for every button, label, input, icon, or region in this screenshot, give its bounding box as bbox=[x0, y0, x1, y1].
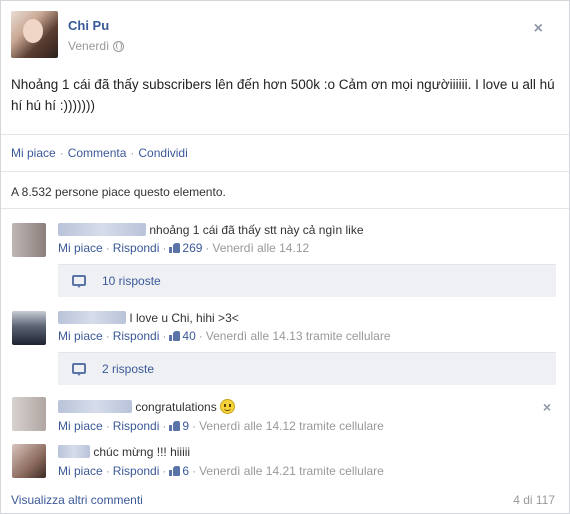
comment-meta: Mi piace · Rispondi · 40 · Venerdì alle 14.13 … bbox=[58, 329, 391, 343]
comment-reply-button[interactable]: Rispondi bbox=[113, 241, 160, 255]
comment-like-button[interactable]: Mi piace bbox=[58, 464, 103, 478]
comment-item: nhoảng 1 cái đã thấy stt này cả ngìn lik… bbox=[1, 216, 569, 297]
separator: · bbox=[205, 241, 210, 255]
separator: · bbox=[105, 419, 110, 433]
separator: · bbox=[105, 464, 110, 478]
commenter-avatar[interactable] bbox=[12, 223, 46, 257]
comment-like-button[interactable]: Mi piace bbox=[58, 419, 103, 433]
separator: · bbox=[162, 329, 167, 343]
thumbs-up-icon bbox=[169, 421, 181, 431]
thumbs-up-icon bbox=[169, 331, 181, 341]
commenter-name[interactable] bbox=[58, 311, 126, 324]
thumbs-up-icon bbox=[169, 243, 181, 253]
reply-icon bbox=[72, 275, 86, 288]
comment-body: chúc mừng !!! hiiiii bbox=[58, 445, 190, 459]
comment-like-count[interactable]: 40 bbox=[182, 329, 195, 343]
separator: · bbox=[105, 329, 110, 343]
comment-reply-button[interactable]: Rispondi bbox=[113, 464, 160, 478]
comment-meta: Mi piace · Rispondi · 6 · Venerdì alle 14.21 t… bbox=[58, 464, 384, 478]
like-button[interactable]: Mi piace bbox=[11, 146, 56, 160]
share-button[interactable]: Condividi bbox=[138, 146, 187, 160]
replies-link[interactable]: 2 risposte bbox=[102, 362, 154, 376]
comment-time[interactable]: Venerdì alle 14.21 tramite cellulare bbox=[199, 464, 384, 478]
comment-meta: Mi piace · Rispondi · 269 · Venerdì alle 14.12 bbox=[58, 241, 309, 255]
comment-button[interactable]: Commenta bbox=[68, 146, 127, 160]
replies-link[interactable]: 10 risposte bbox=[102, 274, 161, 288]
comment-like-button[interactable]: Mi piace bbox=[58, 329, 103, 343]
comment-count: 4 di 117 bbox=[513, 493, 555, 507]
commenter-name[interactable] bbox=[58, 223, 146, 236]
post-time-text[interactable]: Venerdì bbox=[68, 39, 109, 53]
comment-text: nhoảng 1 cái đã thấy stt này cả ngìn lik… bbox=[149, 223, 364, 237]
post-timestamp: Venerdì bbox=[68, 39, 125, 53]
comment-body: nhoảng 1 cái đã thấy stt này cả ngìn lik… bbox=[58, 223, 364, 237]
comment-meta: Mi piace · Rispondi · 9 · Venerdì alle 14.12 t… bbox=[58, 419, 384, 433]
separator: · bbox=[162, 241, 167, 255]
separator: · bbox=[192, 464, 197, 478]
globe-icon bbox=[113, 40, 125, 52]
comment-like-count[interactable]: 269 bbox=[182, 241, 202, 255]
reply-icon bbox=[72, 363, 86, 376]
comment-text: chúc mừng !!! hiiiii bbox=[93, 445, 191, 459]
separator: · bbox=[130, 146, 135, 160]
comment-like-count[interactable]: 6 bbox=[182, 464, 189, 478]
separator: · bbox=[198, 329, 203, 343]
comment-reply-button[interactable]: Rispondi bbox=[113, 419, 160, 433]
comment-text: congratulations bbox=[135, 400, 217, 414]
comment-time[interactable]: Venerdì alle 14.12 bbox=[212, 241, 309, 255]
divider bbox=[1, 171, 569, 172]
commenter-avatar[interactable] bbox=[12, 444, 46, 478]
comment-time[interactable]: Venerdì alle 14.13 tramite cellulare bbox=[206, 329, 391, 343]
comment-item: congratulations Mi piace · Rispondi · 9 · Vene… bbox=[1, 392, 569, 433]
replies-bar[interactable]: 10 risposte bbox=[58, 264, 556, 297]
remove-comment-icon[interactable]: × bbox=[543, 399, 551, 415]
commenter-name[interactable] bbox=[58, 445, 90, 458]
comment-like-button[interactable]: Mi piace bbox=[58, 241, 103, 255]
comment-body: congratulations bbox=[58, 399, 235, 414]
comment-item: chúc mừng !!! hiiiii Mi piace · Rispondi · 6… bbox=[1, 438, 569, 484]
separator: · bbox=[105, 241, 110, 255]
post-actions: Mi piace · Commenta · Condividi bbox=[11, 146, 188, 160]
separator: · bbox=[59, 146, 64, 160]
divider bbox=[1, 208, 569, 209]
view-more-comments-link[interactable]: Visualizza altri commenti bbox=[11, 493, 143, 507]
smile-emoticon-icon bbox=[219, 399, 235, 414]
close-icon[interactable]: × bbox=[534, 21, 543, 37]
author-avatar[interactable] bbox=[11, 11, 58, 58]
commenter-avatar[interactable] bbox=[12, 397, 46, 431]
commenter-name[interactable] bbox=[58, 400, 132, 413]
comment-reply-button[interactable]: Rispondi bbox=[113, 329, 160, 343]
separator: · bbox=[162, 419, 167, 433]
author-name[interactable]: Chi Pu bbox=[68, 18, 109, 33]
separator: · bbox=[162, 464, 167, 478]
thumbs-up-icon bbox=[169, 466, 181, 476]
comment-like-count[interactable]: 9 bbox=[182, 419, 189, 433]
comment-time[interactable]: Venerdì alle 14.12 tramite cellulare bbox=[199, 419, 384, 433]
post-header: Chi Pu Venerdì × bbox=[11, 11, 561, 59]
comment-text: I love u Chi, hihi >3< bbox=[129, 311, 239, 325]
commenter-avatar[interactable] bbox=[12, 311, 46, 345]
post-card: Chi Pu Venerdì × Nhoảng 1 cái đã thấy su… bbox=[0, 0, 570, 514]
likes-summary[interactable]: A 8.532 persone piace questo elemento. bbox=[11, 185, 226, 199]
divider bbox=[1, 134, 569, 135]
comment-item: I love u Chi, hihi >3< Mi piace · Rispondi… bbox=[1, 304, 569, 385]
post-text: Nhoảng 1 cái đã thấy subscribers lên đến… bbox=[11, 77, 555, 113]
separator: · bbox=[192, 419, 197, 433]
replies-bar[interactable]: 2 risposte bbox=[58, 352, 556, 385]
comment-body: I love u Chi, hihi >3< bbox=[58, 311, 239, 325]
